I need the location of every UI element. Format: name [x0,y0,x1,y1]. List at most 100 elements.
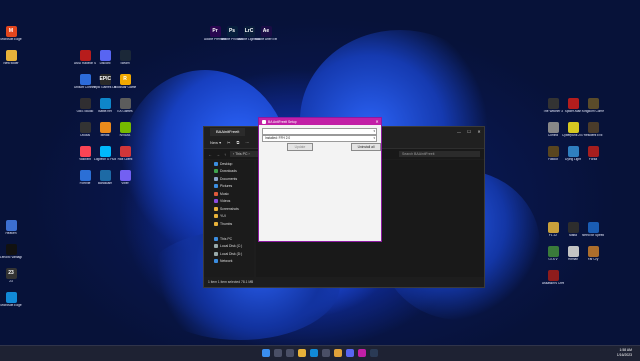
nav-item[interactable]: Local Disk (C:) [204,243,254,251]
back-icon[interactable]: ← [208,152,212,157]
nav-item[interactable]: Thumbs [204,220,254,228]
desktop-shortcut[interactable]: Oculus [74,122,96,138]
shortcut-label: Hitman [567,258,579,261]
uninstall-all-button[interactable]: Uninstall all [351,143,381,151]
discord-icon[interactable] [346,349,354,357]
desktop-shortcut[interactable]: EA Games [114,98,136,114]
app-icon [99,122,111,133]
desktop-shortcut[interactable]: 23 23 [0,268,22,284]
desktop-shortcut[interactable]: Steam [114,50,136,66]
installed-dropdown[interactable]: Installed: FFH 2.0 ▾ [262,135,377,142]
nav-item-label: This PC [220,236,233,241]
setup-titlebar[interactable]: BA AntiFreeit Setup ✕ [259,118,381,125]
edge-icon[interactable] [310,349,318,357]
nav-item[interactable]: Screenshots [204,205,254,213]
desktop-shortcut[interactable]: Discord [94,50,116,66]
nav-item-label: Network [220,259,233,264]
system-clock[interactable]: 1:58 AM 1/16/2023 [617,348,632,357]
minimize-icon[interactable]: — [454,127,464,137]
search-input[interactable]: Search BAAinitFreeit [399,151,480,157]
desktop-shortcut[interactable]: F1 22 [542,222,564,238]
desktop-shortcut[interactable]: EPICEpic Games Launcher [94,74,116,90]
shortcut-label: Control [547,134,559,137]
desktop-shortcut[interactable]: Control [542,122,564,138]
desktop-shortcut[interactable]: Far Cry [582,246,604,262]
steam-icon[interactable] [370,349,378,357]
desktop-shortcut[interactable]: Fallout [542,146,564,162]
app-icon [567,122,579,133]
desktop-shortcut[interactable]: NVIDIA [114,122,136,138]
desktop-shortcut[interactable]: M Microsoft Edge [0,26,22,42]
desktop-shortcut[interactable]: Hitman [562,246,584,262]
nav-item[interactable]: Documents [204,175,254,183]
nav-item[interactable]: Videos [204,198,254,206]
shortcut-label: Microsoft Edge [0,304,22,307]
desktop-shortcut[interactable]: The Witcher 3 [542,98,564,114]
desktop-shortcut[interactable]: Fortnite [74,170,96,186]
desktop-shortcut[interactable]: Valorant [74,146,96,162]
desktop-shortcut[interactable]: Medal [94,122,116,138]
maximize-icon[interactable]: ☐ [464,127,474,137]
task-view-icon[interactable] [286,349,294,357]
desktop-shortcut[interactable]: Dying Light [562,146,584,162]
desktop-shortcut[interactable]: Assassin's Creed [542,270,564,286]
desktop-shortcut[interactable]: RRockstar Games Launcher [114,74,136,90]
nav-item[interactable]: Network [204,258,254,266]
nav-item[interactable]: Pictures [204,183,254,191]
nav-item[interactable]: Desktop [204,160,254,168]
nav-item-label: Documents [220,176,238,181]
setup-dialog: BA AntiFreeit Setup ✕ ▾ Installed: FFH 2… [258,117,382,242]
version-dropdown[interactable]: ▾ [262,128,377,135]
desktop-shortcut[interactable]: AeAdobe After Effects [255,26,277,42]
close-icon[interactable]: ✕ [373,119,381,124]
desktop-shortcut[interactable]: OBS Studio [74,98,96,114]
nav-item[interactable]: Downloads [204,168,254,176]
nav-item[interactable] [204,228,254,236]
search-icon[interactable] [274,349,282,357]
desktop-shortcut[interactable]: Microsoft Edge [0,292,22,308]
chrome-icon[interactable] [334,349,342,357]
desktop-shortcut[interactable]: Logitech G HUB [94,146,116,162]
app-icon [79,170,91,181]
desktop-shortcut[interactable]: AMD Radeon Software [74,50,96,66]
desktop-shortcut[interactable]: Cyberpunk 2077 [562,122,584,138]
desktop-shortcut[interactable]: Spider-Man [562,98,584,114]
desktop-shortcut[interactable]: Resident Evil [582,122,604,138]
app-icon [79,98,91,109]
shortcut-label: Ubisoft Connect [74,86,96,89]
app-icon [99,170,111,181]
start-icon[interactable] [262,349,270,357]
nav-item[interactable]: YUI [204,213,254,221]
nav-item-label: Desktop [220,161,233,166]
desktop-shortcut[interactable]: Ubisoft Connect [74,74,96,90]
desktop-shortcut[interactable]: Need for Speed [582,222,604,238]
nav-item-label: Pictures [220,184,233,189]
forward-icon[interactable]: → [216,152,220,157]
file-explorer-icon[interactable] [298,349,306,357]
desktop-shortcut[interactable]: Bandicam [94,170,116,186]
shortcut-label: Lenovo Vantage [0,256,22,259]
copy-icon[interactable]: ⧉ [236,140,239,145]
app-icon[interactable] [358,349,366,357]
store-icon[interactable] [322,349,330,357]
nav-item[interactable]: This PC [204,235,254,243]
new-button[interactable]: New ▾ [210,140,221,145]
update-button[interactable]: Update [287,143,313,151]
desktop-shortcut[interactable]: New folder [0,50,22,66]
desktop-shortcut[interactable]: Forza [582,146,604,162]
desktop-shortcut[interactable]: Riot Client [114,146,136,162]
desktop-shortcut[interactable]: Battle.net [94,98,116,114]
up-icon[interactable]: ↑ [224,152,226,157]
cut-icon[interactable]: ✂ [227,140,230,145]
close-icon[interactable]: ✕ [474,127,484,137]
nav-item[interactable]: Music [204,190,254,198]
desktop-shortcut[interactable]: Mafia [562,222,584,238]
desktop-shortcut[interactable]: GTA V [542,246,564,262]
desktop-shortcut[interactable]: Kingdom Come [582,98,604,114]
desktop-shortcut[interactable]: Viber [114,170,136,186]
desktop-shortcut[interactable]: Heaven [0,220,22,236]
nav-item[interactable]: Local Disk (D:) [204,250,254,258]
desktop-shortcut[interactable]: Lenovo Vantage [0,244,22,260]
more-icon[interactable]: ⋯ [245,140,249,145]
explorer-tab[interactable]: BAAinitFreeit [210,128,246,136]
